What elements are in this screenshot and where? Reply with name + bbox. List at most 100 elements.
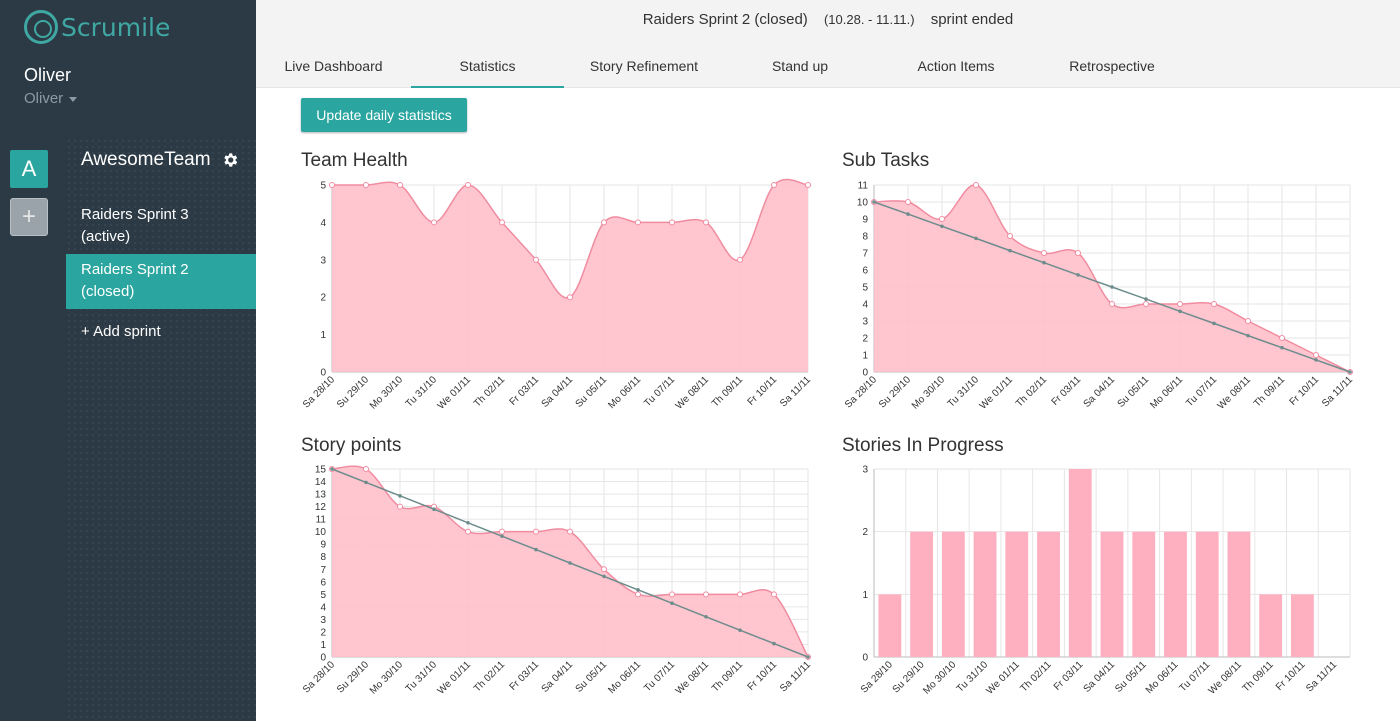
x-tick-label: We 01/11 — [985, 659, 1023, 697]
y-tick-label: 5 — [862, 283, 868, 294]
x-tick-label: Sa 28/10 — [301, 659, 337, 695]
ideal-point — [534, 547, 538, 552]
y-tick-label: 2 — [862, 334, 868, 345]
bar — [1005, 531, 1029, 657]
chart-title-sub-tasks: Sub Tasks — [842, 150, 930, 171]
x-tick-label: Sa 11/11 — [778, 659, 813, 694]
x-tick-label: We 08/11 — [674, 659, 712, 697]
data-point — [939, 216, 945, 222]
user-menu[interactable]: Oliver — [24, 90, 78, 107]
x-tick-label: Sa 11/11 — [1320, 374, 1355, 409]
bar — [1259, 594, 1283, 657]
x-tick-label: Mo 06/11 — [1144, 659, 1181, 696]
data-point — [635, 219, 641, 226]
y-tick-label: 8 — [862, 232, 868, 243]
sprint-status: (closed) — [81, 283, 135, 300]
data-point — [737, 591, 743, 598]
y-tick-label: 4 — [320, 218, 326, 229]
data-point — [465, 182, 471, 188]
ideal-point — [466, 520, 470, 525]
x-tick-label: Su 05/11 — [574, 374, 610, 410]
y-tick-label: 15 — [315, 465, 327, 476]
app-logo[interactable]: Scrumile — [24, 10, 170, 44]
add-sprint-link[interactable]: + Add sprint — [81, 323, 161, 340]
x-tick-label: Th 09/11 — [710, 659, 745, 694]
x-tick-label: Th 09/11 — [1252, 374, 1287, 409]
x-tick-label: Mo 06/11 — [606, 374, 643, 411]
x-tick-label: Fr 03/11 — [1052, 659, 1086, 693]
y-tick-label: 1 — [862, 351, 868, 362]
y-tick-label: 3 — [320, 615, 326, 626]
y-tick-label: 9 — [320, 540, 326, 551]
bar — [1132, 531, 1156, 657]
data-point — [635, 591, 641, 598]
chart-title-story-points: Story points — [301, 435, 402, 456]
caret-down-icon — [69, 96, 78, 102]
y-tick-label: 11 — [316, 515, 327, 526]
bar — [941, 531, 965, 657]
x-tick-label: We 01/11 — [436, 374, 474, 412]
tab-bar: Live Dashboard Statistics Story Refineme… — [256, 56, 1188, 88]
ideal-point — [1144, 297, 1148, 301]
ideal-point — [806, 655, 810, 659]
tab-stand-up[interactable]: Stand up — [724, 56, 876, 88]
data-point — [1177, 301, 1183, 307]
data-point — [1279, 335, 1285, 341]
ideal-point — [906, 212, 910, 216]
x-tick-label: Th 02/11 — [1014, 374, 1049, 409]
x-tick-label: We 08/11 — [1216, 374, 1254, 412]
x-tick-label: Fr 10/11 — [1274, 659, 1308, 693]
data-point — [703, 591, 709, 598]
sprint-item-raiders-2[interactable]: Raiders Sprint 2 (closed) — [66, 254, 256, 309]
y-tick-label: 11 — [858, 181, 869, 192]
sprint-item-raiders-3[interactable]: Raiders Sprint 3 (active) — [66, 203, 256, 249]
data-point — [499, 219, 505, 226]
sub-tasks-chart: 01234567891011Sa 28/10Su 29/10Mo 30/10Tu… — [843, 181, 1355, 412]
bar — [1037, 531, 1060, 657]
data-point — [567, 528, 573, 535]
data-point — [363, 466, 369, 472]
data-point — [703, 219, 709, 226]
x-tick-label: Fr 10/11 — [746, 374, 780, 408]
update-daily-statistics-button[interactable]: Update daily statistics — [301, 98, 467, 132]
y-tick-label: 1 — [320, 330, 326, 341]
team-avatar[interactable]: A — [10, 150, 48, 188]
tab-live-dashboard[interactable]: Live Dashboard — [256, 56, 411, 88]
y-tick-label: 10 — [857, 198, 869, 209]
add-team-button[interactable]: + — [10, 198, 48, 236]
x-tick-label: Th 09/11 — [1241, 659, 1276, 694]
tab-statistics[interactable]: Statistics — [411, 56, 564, 88]
bar — [1195, 531, 1219, 657]
x-tick-label: Sa 11/11 — [778, 374, 813, 409]
x-tick-label: Mo 06/11 — [606, 659, 643, 696]
tab-retrospective[interactable]: Retrospective — [1036, 56, 1188, 88]
x-tick-label: Fr 10/11 — [746, 659, 780, 693]
tab-story-refinement[interactable]: Story Refinement — [564, 56, 724, 88]
x-tick-label: Su 29/10 — [335, 659, 371, 695]
sprint-name: Raiders Sprint 3 — [81, 206, 189, 223]
x-tick-label: Fr 03/11 — [508, 374, 542, 408]
ideal-point — [1110, 285, 1114, 289]
tab-action-items[interactable]: Action Items — [876, 56, 1036, 88]
ideal-point — [432, 507, 436, 512]
data-point — [669, 219, 675, 226]
data-point — [1041, 250, 1047, 256]
y-tick-label: 14 — [315, 477, 327, 488]
x-tick-label: Mo 06/11 — [1148, 374, 1185, 411]
x-tick-label: Tu 31/10 — [946, 374, 982, 410]
bar — [1100, 531, 1124, 657]
y-tick-label: 1 — [320, 640, 326, 651]
x-tick-label: Tu 07/11 — [642, 374, 677, 409]
y-tick-label: 5 — [320, 181, 326, 192]
x-tick-label: Th 02/11 — [472, 659, 507, 694]
ideal-point — [568, 561, 572, 565]
bar — [878, 594, 902, 657]
x-tick-label: Sa 04/11 — [1082, 374, 1118, 410]
y-tick-label: 4 — [320, 602, 326, 613]
ideal-point — [1042, 260, 1046, 265]
ideal-point — [1314, 358, 1318, 362]
ideal-point — [772, 641, 776, 646]
data-point — [1211, 301, 1217, 307]
bar — [973, 531, 997, 657]
gear-icon[interactable] — [221, 151, 239, 169]
